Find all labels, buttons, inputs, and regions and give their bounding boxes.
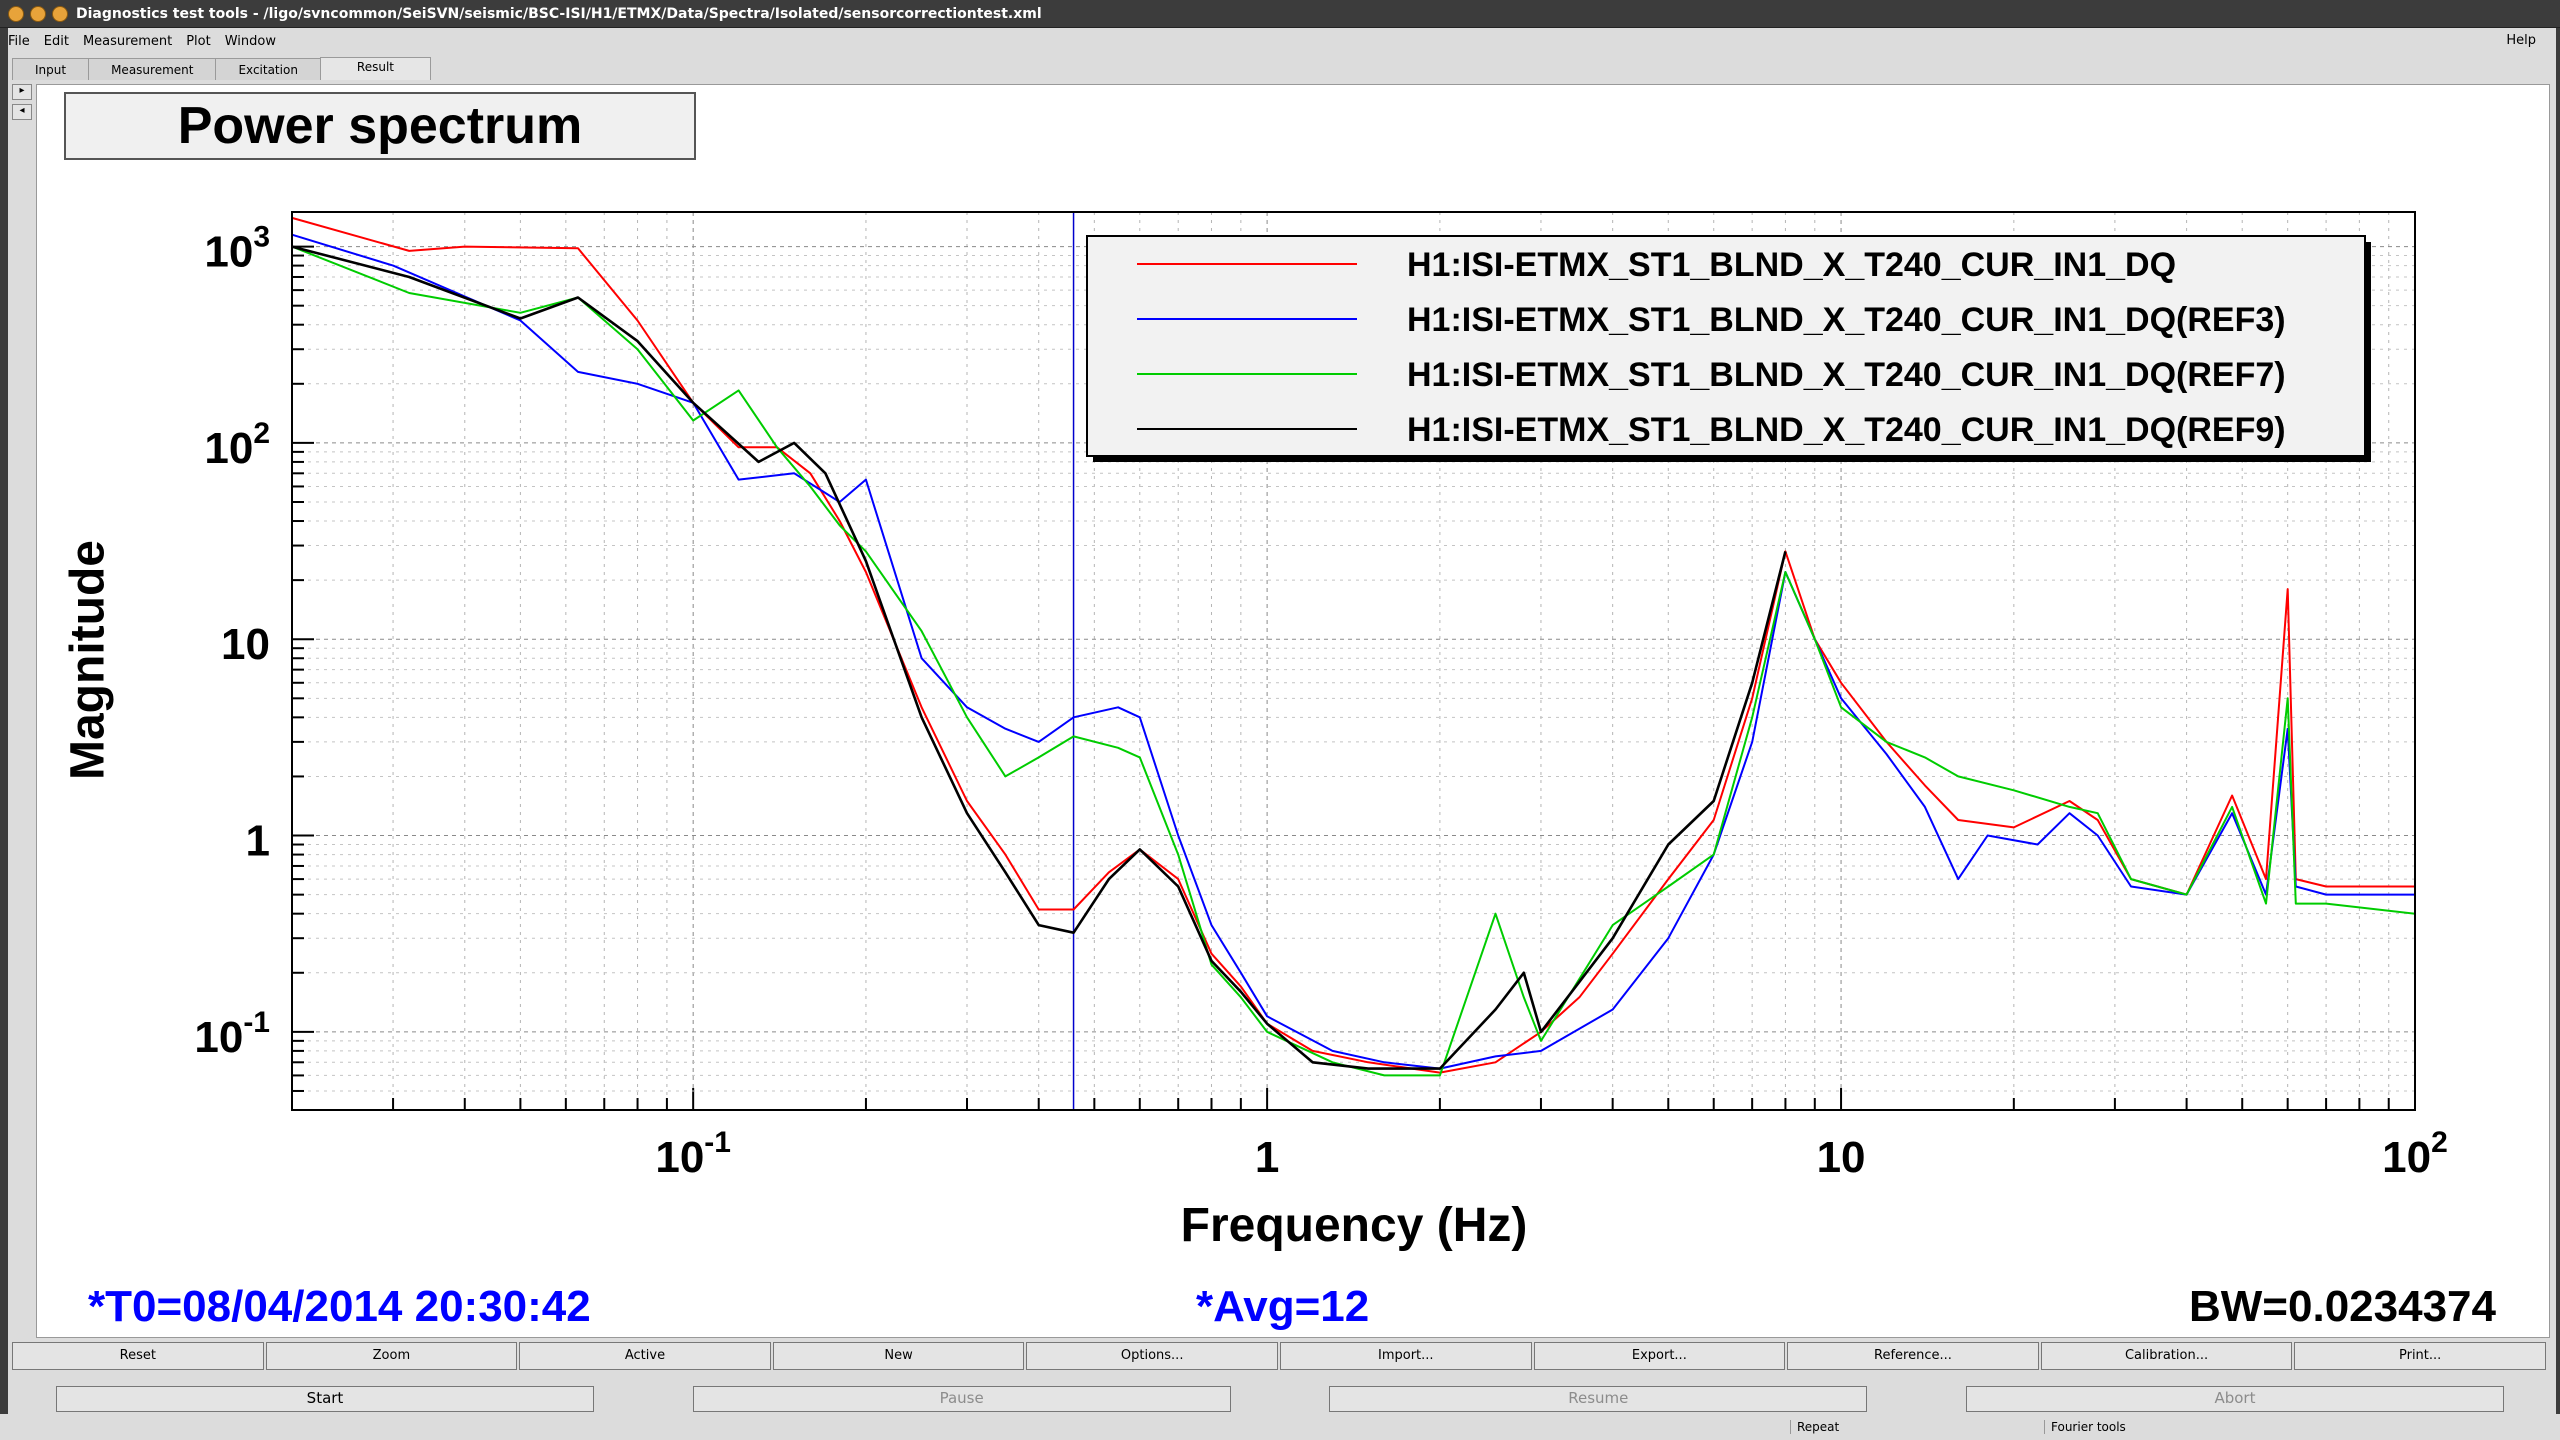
y-tick-label: 1 <box>246 817 270 866</box>
print-button[interactable]: Print... <box>2294 1342 2546 1370</box>
legend-entry: H1:ISI-ETMX_ST1_BLND_X_T240_CUR_IN1_DQ(R… <box>1407 356 2286 394</box>
reset-button[interactable]: Reset <box>12 1342 264 1370</box>
y-tick-label: 10-1 <box>194 1006 270 1062</box>
reference-button[interactable]: Reference... <box>1787 1342 2039 1370</box>
y-tick-label: 103 <box>204 221 270 277</box>
options-button[interactable]: Options... <box>1026 1342 1278 1370</box>
legend-entry: H1:ISI-ETMX_ST1_BLND_X_T240_CUR_IN1_DQ <box>1407 246 2176 284</box>
status-fourier-tools: Fourier tools <box>2044 1420 2126 1434</box>
resume-button[interactable]: Resume <box>1329 1386 1868 1412</box>
footer-bw: BW=0.0234374 <box>2189 1282 2496 1331</box>
active-button[interactable]: Active <box>519 1342 771 1370</box>
x-tick-label: 102 <box>2382 1126 2448 1182</box>
plot-controls-row: Reset Zoom Active New Options... Import.… <box>12 1342 2548 1370</box>
import-button[interactable]: Import... <box>1279 1342 1532 1370</box>
legend-entry: H1:ISI-ETMX_ST1_BLND_X_T240_CUR_IN1_DQ(R… <box>1407 411 2286 449</box>
measurement-controls-row: Start Pause Resume Abort <box>56 1386 2504 1412</box>
plot-title-box: Power spectrum <box>64 92 696 160</box>
power-spectrum-plot: 10-1 1 10 10210310210110-1H1:ISI-ETMX_ST1_B… <box>194 211 2448 1182</box>
x-axis-label: Frequency (Hz) <box>1180 1199 1528 1252</box>
x-tick-label: 10 <box>1817 1133 1866 1182</box>
footer-avg: *Avg=12 <box>1196 1282 1370 1331</box>
start-button[interactable]: Start <box>56 1386 594 1412</box>
y-axis-label: Magnitude <box>61 540 115 780</box>
legend-entry: H1:ISI-ETMX_ST1_BLND_X_T240_CUR_IN1_DQ(R… <box>1407 301 2286 339</box>
y-tick-label: 10 <box>221 620 270 669</box>
footer-t0: *T0=08/04/2014 20:30:42 <box>88 1282 591 1331</box>
y-tick-label: 102 <box>204 417 270 473</box>
export-button[interactable]: Export... <box>1533 1342 1786 1370</box>
calibration-button[interactable]: Calibration... <box>2040 1342 2293 1370</box>
abort-button[interactable]: Abort <box>1965 1386 2504 1412</box>
x-tick-label: 1 <box>1255 1133 1279 1182</box>
status-bar: Repeat Fourier tools <box>0 1414 2560 1440</box>
x-tick-label: 10-1 <box>655 1126 731 1182</box>
zoom-button[interactable]: Zoom <box>265 1342 518 1370</box>
pause-button[interactable]: Pause <box>692 1386 1231 1412</box>
new-button[interactable]: New <box>772 1342 1025 1370</box>
status-repeat: Repeat <box>1790 1420 1839 1434</box>
plot-title: Power spectrum <box>177 97 583 155</box>
